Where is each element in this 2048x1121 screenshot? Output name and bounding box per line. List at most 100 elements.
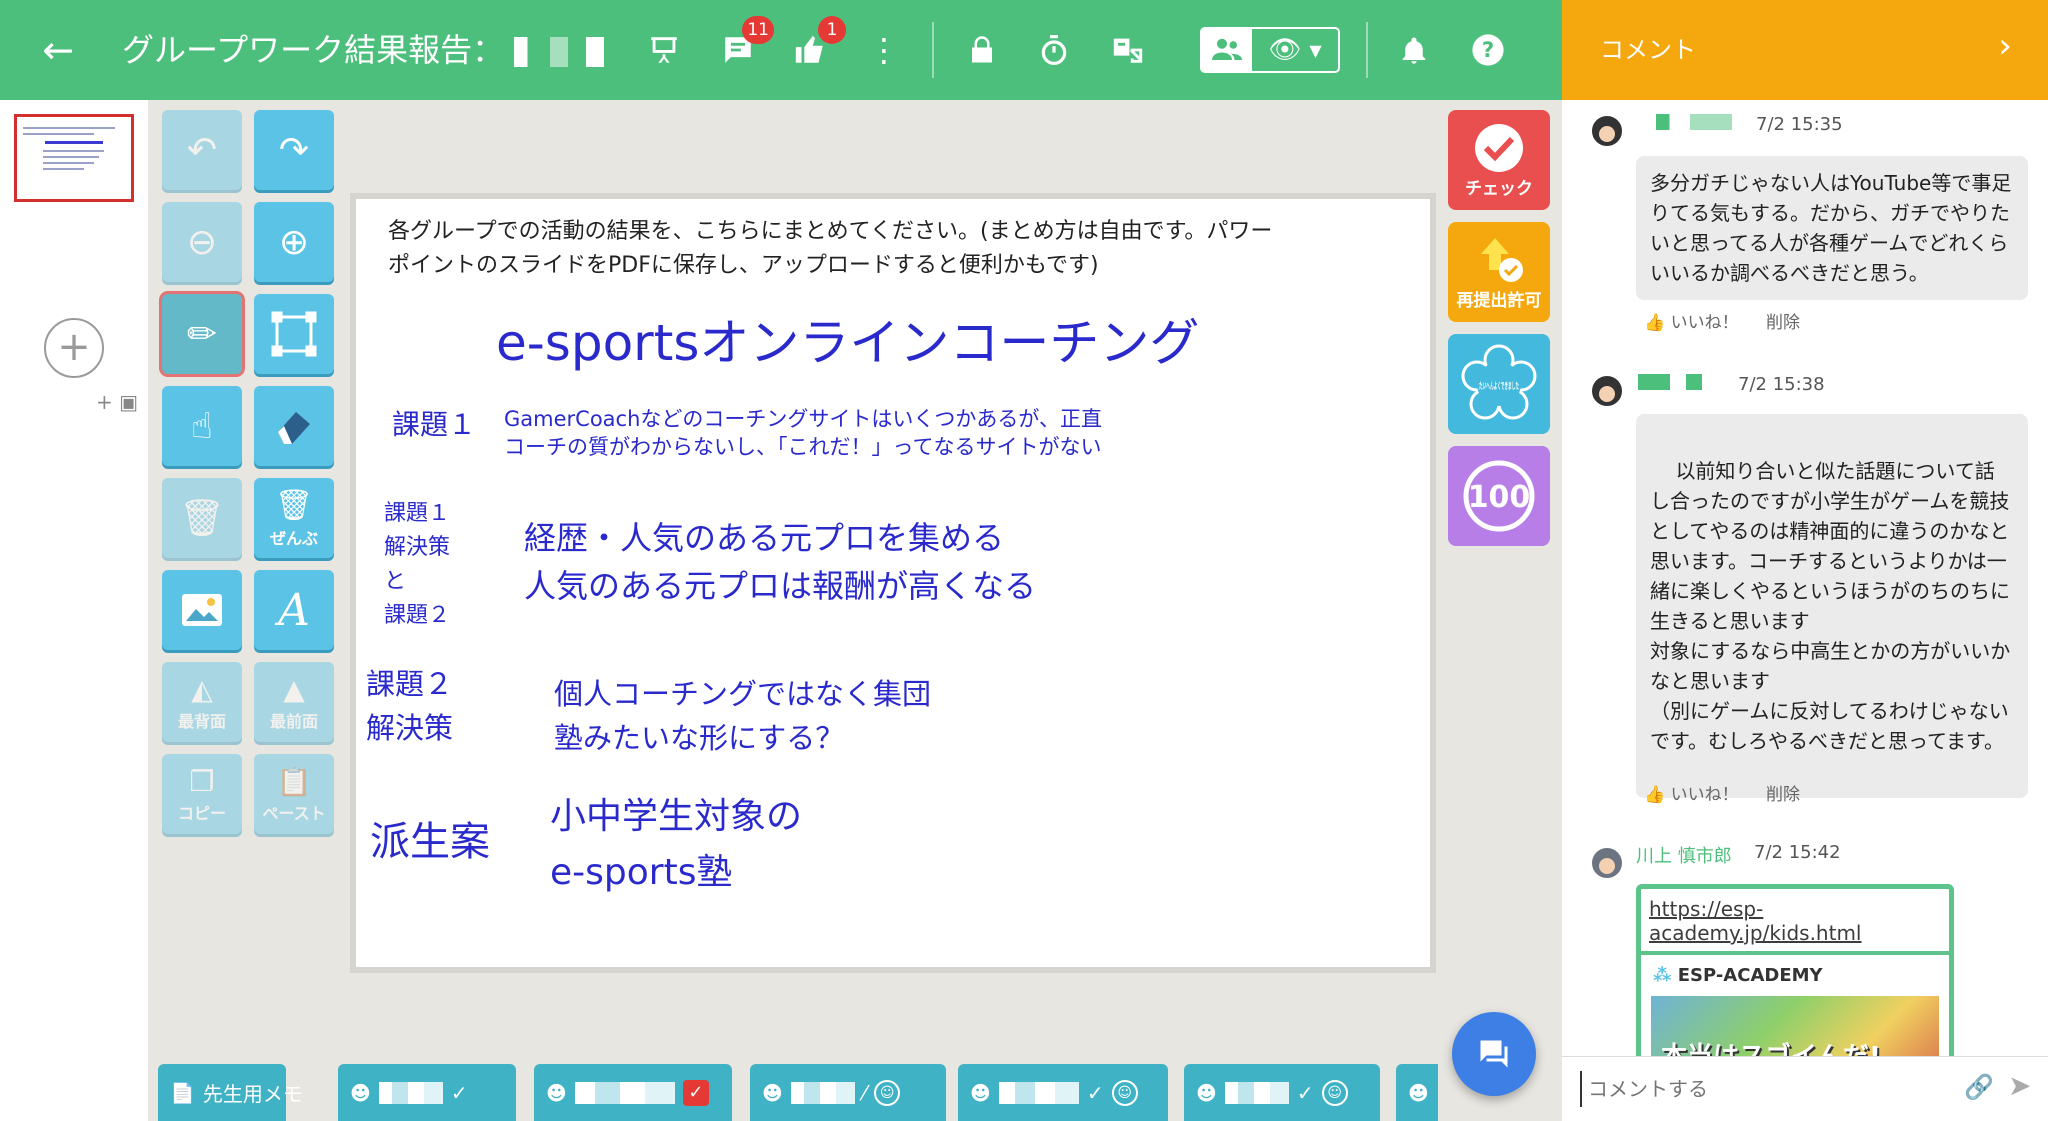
card-thumbnail-text: 本当はスゴイんだ!: [1661, 1036, 1881, 1056]
comment-time: 7/2 15:38: [1738, 374, 1825, 395]
link-preview-card[interactable]: https://esp-academy.jp/kids.html ⁂ ESP-A…: [1636, 884, 1954, 1056]
stamp-text: たいへんよくできました: [1479, 381, 1519, 392]
thumb-line: [43, 168, 84, 170]
zoom-in-icon[interactable]: ⊕: [254, 202, 334, 282]
delete-all-button[interactable]: 🗑 ぜんぶ: [254, 478, 334, 558]
hand-pointer-icon[interactable]: ☝: [162, 386, 242, 466]
chevron-right-icon[interactable]: ›: [1998, 26, 2012, 66]
paste-button[interactable]: 📋 ペースト: [254, 754, 334, 834]
like-label: いいね！: [1670, 785, 1739, 805]
redacted-name: [574, 1081, 675, 1104]
score-text: 100: [1468, 480, 1531, 515]
group-tab[interactable]: ☻ ✓ ☺: [958, 1064, 1168, 1121]
top-bar: ← グループワーク結果報告： 11 1 ⋮ 👁 ▼ ?: [0, 0, 1562, 100]
group-tab[interactable]: ☻ ✓: [534, 1064, 732, 1121]
comment-link[interactable]: https://esp-academy.jp/kids.html: [1649, 897, 1862, 945]
undo-icon[interactable]: ↶: [162, 110, 242, 190]
more-vert-icon[interactable]: ⋮: [860, 26, 908, 74]
solution1-label-3: と: [384, 569, 407, 594]
teacher-memo-tab[interactable]: 📄 先生用メモ: [158, 1064, 303, 1121]
comment-icon[interactable]: 11: [714, 16, 774, 74]
resubmit-button[interactable]: 再提出許可: [1448, 222, 1550, 322]
flower-stamp-icon: たいへんよくできました: [1461, 344, 1537, 420]
derivative-line2: e-sports塾: [550, 852, 733, 893]
page-thumbnails: + + ▣: [0, 100, 148, 1121]
comment-panel-title: コメント: [1600, 36, 1696, 64]
like-button[interactable]: 👍 いいね！: [1644, 780, 1739, 805]
delete-comment-button[interactable]: 削除: [1766, 780, 1800, 805]
solution2-label-2: 解決策: [366, 711, 454, 745]
esp-logo-icon: ⁂: [1653, 965, 1672, 986]
link-icon[interactable]: 🔗: [1964, 1073, 1994, 1101]
translate-off-icon[interactable]: [1104, 26, 1152, 74]
help-icon[interactable]: ?: [1464, 26, 1512, 74]
redacted-name: [1224, 1081, 1289, 1104]
bell-icon[interactable]: [1390, 26, 1438, 74]
thumbs-up-outline-icon: 👍: [1644, 785, 1666, 805]
group-view-toggle[interactable]: 👁 ▼: [1200, 27, 1340, 73]
card-site-row: ⁂ ESP-ACADEMY: [1641, 955, 1949, 996]
redacted-name: [514, 37, 605, 67]
chat-fab-button[interactable]: [1452, 1012, 1536, 1096]
smiley-icon: ☺: [1111, 1079, 1138, 1106]
comment-text: 以前知り合いと似た話題について話し合ったのですが小学生がゲームを競技としてやるの…: [1650, 459, 2011, 753]
pencil-icon[interactable]: ✏: [162, 294, 242, 374]
canvas-heading: e-sportsオンラインコーチング: [496, 314, 1200, 372]
solution2-line1: 個人コーチングではなく集団: [554, 677, 932, 711]
comment-text: 多分ガチじゃない人はYouTube等で事足りてる気もする。だから、ガチでやりたい…: [1650, 171, 2012, 285]
avatar-small-icon: ☻: [1408, 1080, 1429, 1105]
caret-down-icon: ▼: [1309, 40, 1322, 60]
image-icon[interactable]: [162, 570, 242, 650]
whiteboard-canvas[interactable]: 各グループでの活動の結果を、こちらにまとめてください。(まとめ方は自由です。パワ…: [350, 193, 1436, 973]
solution2-line2: 塾みたいな形にする？: [554, 721, 845, 755]
send-icon[interactable]: ➤: [2008, 1069, 2031, 1102]
text-tool-icon[interactable]: A: [254, 570, 334, 650]
bring-front-button[interactable]: ▲ 最前面: [254, 662, 334, 742]
group-tab[interactable]: ☻ ✓: [338, 1064, 516, 1121]
comment-list: 7/2 15:35 多分ガチじゃない人はYouTube等で事足りてる気もする。だ…: [1562, 100, 2048, 1056]
eye-dropdown[interactable]: 👁 ▼: [1252, 29, 1338, 71]
avatar: [1590, 846, 1624, 880]
thumbs-up-icon[interactable]: 1: [786, 16, 846, 74]
checkmark-icon: ✓: [1296, 1080, 1314, 1105]
redo-icon[interactable]: ↷: [254, 110, 334, 190]
send-back-button[interactable]: ◭ 最背面: [162, 662, 242, 742]
paste-icon: 📋: [276, 764, 312, 798]
delete-all-label: ぜんぶ: [269, 528, 318, 548]
like-button[interactable]: 👍 いいね！: [1644, 308, 1739, 333]
group-tab[interactable]: ☻: [1396, 1064, 1438, 1121]
stamp-button[interactable]: たいへんよくできました: [1448, 334, 1550, 434]
like-label: いいね！: [1670, 313, 1739, 333]
group-tab[interactable]: ☻ ✓ ☺: [1184, 1064, 1380, 1121]
card-thumbnail: 本当はスゴイんだ!: [1651, 996, 1939, 1056]
checked-box-icon: ✓: [682, 1079, 709, 1106]
add-page-button[interactable]: +: [44, 318, 104, 378]
eraser-icon[interactable]: [254, 386, 334, 466]
lock-icon[interactable]: [958, 26, 1006, 74]
back-arrow-icon[interactable]: ←: [36, 28, 80, 72]
timer-icon[interactable]: [1030, 26, 1078, 74]
comment-bubble: 以前知り合いと似た話題について話し合ったのですが小学生がゲームを競技としてやるの…: [1636, 414, 2028, 798]
group-tab[interactable]: ☻ ⁄ ☺: [750, 1064, 946, 1121]
zoom-out-icon[interactable]: ⊖: [162, 202, 242, 282]
comment-input[interactable]: [1580, 1071, 1930, 1107]
solution1-label-1: 課題１: [384, 501, 451, 526]
thumbs-up-outline-icon: 👍: [1644, 313, 1666, 333]
add-image-page-icon[interactable]: + ▣: [96, 390, 138, 414]
select-rect-icon[interactable]: [254, 294, 334, 374]
thumb-line: [45, 141, 103, 144]
copy-button[interactable]: ❐ コピー: [162, 754, 242, 834]
presentation-icon[interactable]: [640, 26, 688, 74]
page-thumbnail[interactable]: [14, 114, 134, 202]
avatar: [1590, 374, 1624, 408]
avatar-small-icon: ☻: [762, 1080, 783, 1105]
check-button[interactable]: チェック: [1448, 110, 1550, 210]
score-100-button[interactable]: 100: [1448, 446, 1550, 546]
send-back-label: 最背面: [177, 711, 226, 731]
delete-comment-button[interactable]: 削除: [1766, 308, 1800, 333]
avatar: [1590, 114, 1624, 148]
divider: [1366, 22, 1368, 78]
trash-icon[interactable]: 🗑: [162, 478, 242, 558]
resubmit-icon: [1481, 237, 1523, 282]
group-icon[interactable]: [1202, 29, 1252, 71]
